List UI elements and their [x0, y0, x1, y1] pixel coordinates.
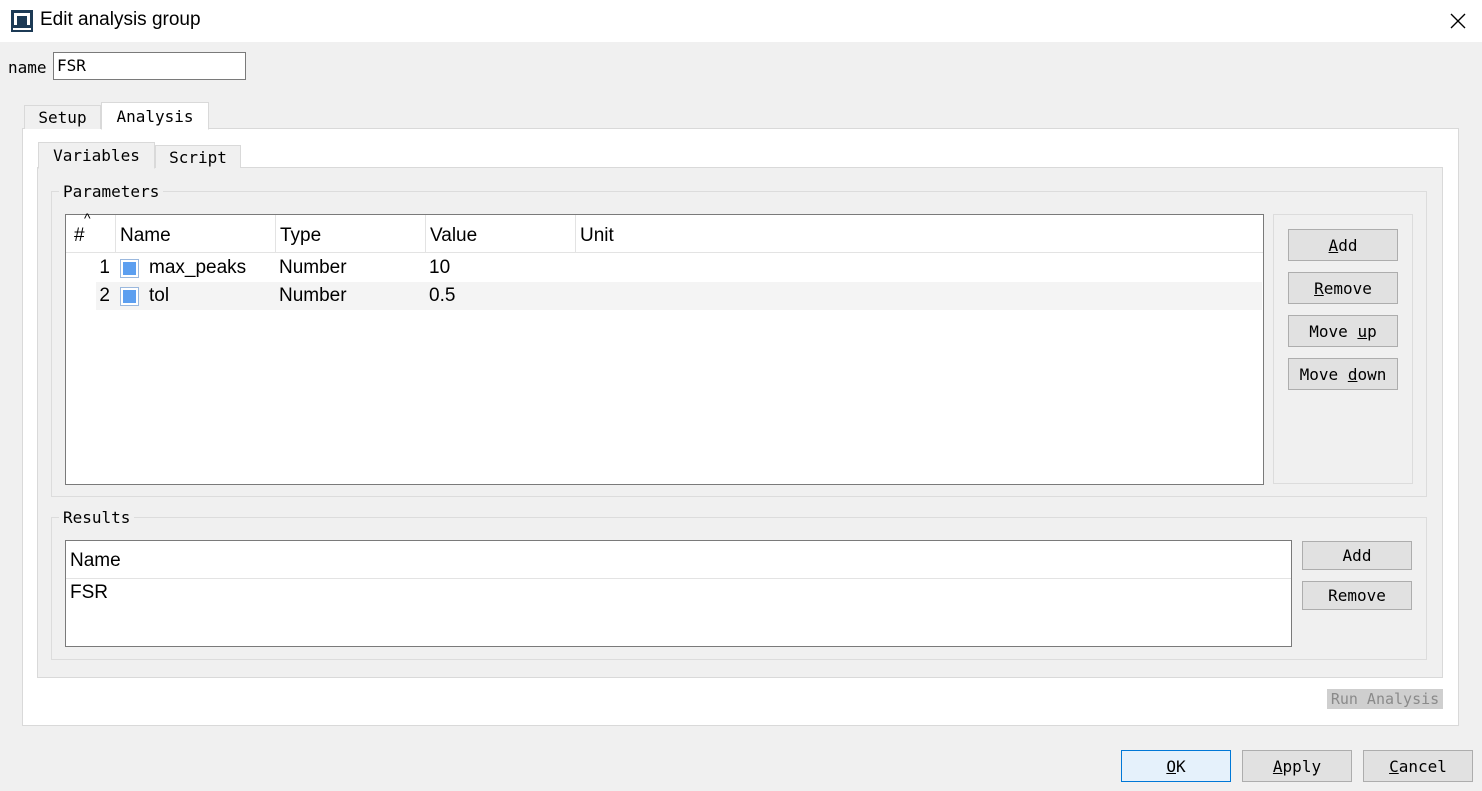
table-row[interactable]: 1 max_peaks Number 10	[96, 254, 1262, 282]
title-bar	[0, 0, 1482, 42]
remove-parameter-button[interactable]: Remove	[1288, 272, 1398, 304]
add-parameter-button[interactable]: Add	[1288, 229, 1398, 261]
column-header-value[interactable]: Value	[426, 215, 576, 253]
column-header-name[interactable]: Name	[116, 215, 276, 253]
row-number: 2	[99, 285, 110, 306]
results-legend: Results	[59, 508, 135, 527]
apply-button[interactable]: Apply	[1242, 750, 1352, 782]
parameters-legend: Parameters	[59, 182, 164, 201]
table-row[interactable]: 2 tol Number 0.5	[96, 282, 1262, 310]
tab-variables[interactable]: Variables	[38, 142, 155, 169]
sort-ascending-icon: ^	[84, 210, 91, 226]
tab-script[interactable]: Script	[155, 145, 241, 168]
run-analysis-button[interactable]: Run Analysis	[1327, 689, 1443, 709]
parameter-icon	[120, 287, 139, 306]
app-icon	[10, 9, 34, 33]
param-name: tol	[149, 285, 170, 306]
column-header-name[interactable]: Name	[66, 541, 1291, 579]
param-name: max_peaks	[149, 257, 247, 278]
move-up-button[interactable]: Move up	[1288, 315, 1398, 347]
close-icon	[1450, 13, 1466, 29]
parameters-table[interactable]: ^ # Name Type Value Unit 1 max_peaks Num…	[65, 210, 1264, 485]
list-item[interactable]: FSR	[70, 582, 108, 604]
column-header-type[interactable]: Type	[276, 215, 426, 253]
name-label: name	[8, 58, 47, 77]
close-button[interactable]	[1442, 6, 1474, 36]
move-down-button[interactable]: Move d own	[1288, 358, 1398, 390]
cancel-button[interactable]: Cancel	[1363, 750, 1473, 782]
ok-button[interactable]: OK	[1121, 750, 1231, 782]
window-title: Edit analysis group	[40, 9, 201, 30]
param-type: Number	[279, 285, 347, 306]
name-input[interactable]: FSR	[53, 52, 246, 80]
column-header-unit[interactable]: Unit	[576, 215, 1263, 253]
remove-result-button[interactable]: Remove	[1302, 581, 1412, 610]
param-value: 0.5	[429, 285, 456, 306]
add-result-button[interactable]: Add	[1302, 541, 1412, 570]
param-value: 10	[429, 257, 451, 278]
column-header-number[interactable]: ^ #	[66, 210, 116, 253]
results-table[interactable]: Name FSR	[65, 540, 1292, 647]
parameter-icon	[120, 259, 139, 278]
param-type: Number	[279, 257, 347, 278]
tab-analysis[interactable]: Analysis	[101, 102, 209, 130]
row-number: 1	[99, 257, 110, 278]
tab-setup[interactable]: Setup	[24, 105, 101, 129]
